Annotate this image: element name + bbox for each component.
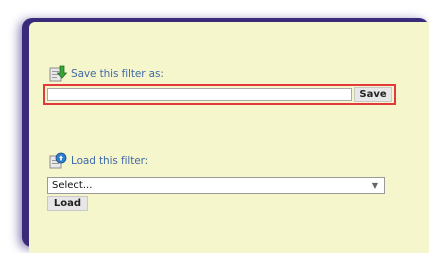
filter-dialog: Save this filter as: Save Load this filt… [0,0,429,253]
save-button[interactable]: Save [354,87,392,102]
save-filter-header: Save this filter as: [49,65,164,83]
load-button[interactable]: Load [47,196,88,211]
load-filter-icon [49,152,67,170]
filter-panel [29,22,429,253]
load-filter-select[interactable]: Select... ▼ [47,177,385,194]
save-filter-row: Save [43,84,396,105]
save-filter-icon [49,65,68,83]
load-filter-selected-value: Select... [52,180,93,191]
save-filter-name-input[interactable] [47,88,352,101]
chevron-down-icon: ▼ [371,181,378,190]
save-filter-label: Save this filter as: [71,68,164,80]
load-filter-header: Load this filter: [49,152,148,170]
load-filter-label: Load this filter: [71,155,149,167]
